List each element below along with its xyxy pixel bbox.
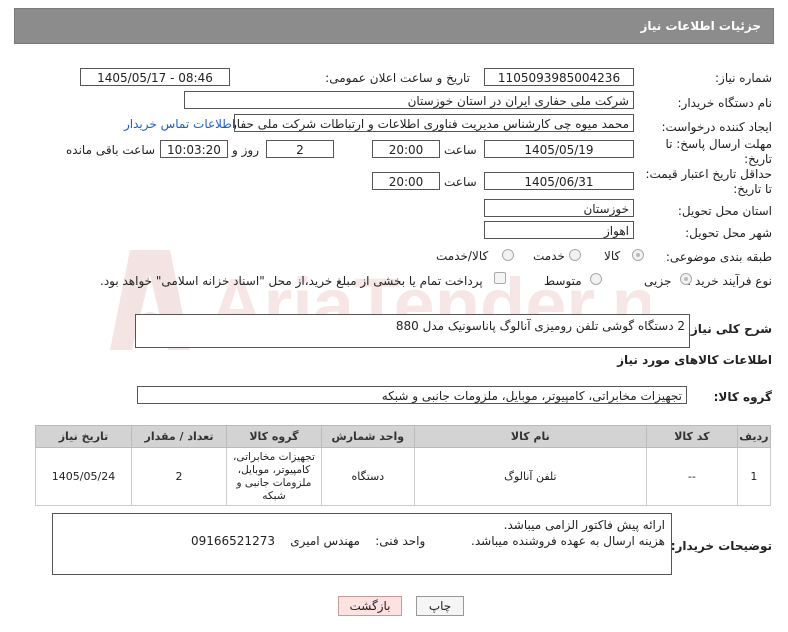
- description-textarea[interactable]: 2 دستگاه گوشی تلفن رومیزی آنالوگ پاناسون…: [135, 314, 690, 348]
- need-number-label: شماره نیاز:: [715, 71, 772, 85]
- province-field[interactable]: خوزستان: [484, 199, 634, 217]
- watermark-logo: AriaTender.net: [110, 250, 650, 350]
- remaining-time-field[interactable]: 10:03:20: [160, 140, 228, 158]
- treasury-payment-text: پرداخت تمام یا بخشی از مبلغ خرید،از محل …: [100, 274, 483, 288]
- buyer-notes-textarea[interactable]: ارائه پیش فاکتور الزامی میباشد. هزینه ار…: [52, 513, 672, 575]
- deadline-time-field[interactable]: 20:00: [372, 140, 440, 158]
- description-label: شرح کلی نیاز:: [686, 322, 772, 336]
- back-button[interactable]: بازگشت: [338, 596, 402, 616]
- buyer-notes-label: توضیحات خریدار:: [670, 539, 772, 553]
- announce-date-field[interactable]: 1405/05/17 - 08:46: [80, 68, 230, 86]
- cell-unit: دستگاه: [320, 447, 415, 506]
- city-field[interactable]: اهواز: [484, 221, 634, 239]
- col-header-group: گروه کالا: [225, 425, 322, 448]
- city-label: شهر محل تحویل:: [685, 226, 772, 240]
- category-option-goods: کالا: [604, 249, 621, 263]
- col-header-unit: واحد شمارش: [320, 425, 415, 448]
- requester-field[interactable]: محمد میوه چی کارشناس مدیریت فناوری اطلاع…: [234, 114, 634, 132]
- print-button[interactable]: چاپ: [416, 596, 464, 616]
- col-header-code: کد کالا: [645, 425, 738, 448]
- category-option-goods-service: کالا/خدمت: [436, 249, 489, 263]
- cell-date: 1405/05/24: [34, 447, 133, 506]
- cell-name: تلفن آنالوگ: [413, 447, 647, 506]
- col-header-name: نام کالا: [413, 425, 647, 448]
- remaining-label: ساعت باقی مانده: [66, 143, 156, 157]
- process-option-minor: جزیی: [644, 274, 672, 288]
- announce-label: تاریخ و ساعت اعلان عمومی:: [325, 71, 470, 85]
- items-table: ردیف کد کالا نام کالا واحد شمارش گروه کا…: [34, 425, 772, 506]
- process-radio-minor[interactable]: [680, 273, 692, 285]
- buyer-notes-line-2: هزینه ارسال به عهده فروشنده میباشد. واحد…: [190, 534, 665, 548]
- deadline-days-field[interactable]: 2: [266, 140, 334, 158]
- province-label: استان محل تحویل:: [677, 204, 772, 218]
- category-radio-service[interactable]: [569, 249, 581, 261]
- deadline-label-date: تاریخ:: [744, 152, 772, 166]
- page-header: جزئیات اطلاعات نیاز: [14, 8, 774, 44]
- buyer-notes-line-1: ارائه پیش فاکتور الزامی میباشد.: [503, 518, 665, 532]
- process-label: نوع فرآیند خرید :: [687, 274, 772, 288]
- process-option-medium: متوسط: [544, 274, 582, 288]
- goods-group-label: گروه کالا:: [713, 390, 772, 404]
- cell-group: تجهیزات مخابراتی، کامپیوتر، موبایل، ملزو…: [225, 447, 322, 506]
- col-header-date: تاریخ نیاز: [34, 425, 133, 448]
- page-title: جزئیات اطلاعات نیاز: [640, 19, 761, 33]
- buyer-contact-link[interactable]: اطلاعات تماس خریدار: [124, 117, 235, 131]
- buyer-org-label: نام دستگاه خریدار:: [677, 96, 773, 110]
- category-label: طبقه بندی موضوعی:: [665, 250, 772, 264]
- need-number-field[interactable]: 1105093985004236: [484, 68, 634, 86]
- days-and-label: روز و: [232, 143, 259, 157]
- validity-label-date: تا تاریخ:: [733, 182, 772, 196]
- deadline-label: مهلت ارسال پاسخ: تا: [665, 137, 772, 151]
- col-header-quantity: تعداد / مقدار: [131, 425, 227, 448]
- cell-quantity: 2: [131, 447, 227, 506]
- deadline-date-field[interactable]: 1405/05/19: [484, 140, 634, 158]
- treasury-payment-checkbox[interactable]: [494, 272, 506, 284]
- buyer-org-field[interactable]: شرکت ملی حفاری ایران در استان خوزستان: [184, 91, 634, 109]
- table-row: 1 -- تلفن آنالوگ دستگاه تجهیزات مخابراتی…: [34, 447, 772, 506]
- deadline-time-label: ساعت: [444, 143, 477, 157]
- goods-group-field[interactable]: تجهیزات مخابراتی، کامپیوتر، موبایل، ملزو…: [137, 386, 687, 404]
- col-header-row: ردیف: [736, 425, 772, 448]
- process-radio-medium[interactable]: [590, 273, 602, 285]
- validity-label: حداقل تاریخ اعتبار قیمت:: [645, 167, 772, 181]
- requester-label: ایجاد کننده درخواست:: [661, 120, 772, 134]
- validity-time-label: ساعت: [444, 175, 477, 189]
- category-radio-goods[interactable]: [632, 249, 644, 261]
- cell-code: --: [645, 447, 738, 506]
- validity-time-field[interactable]: 20:00: [372, 172, 440, 190]
- category-option-service: خدمت: [533, 249, 565, 263]
- category-radio-goods-service[interactable]: [502, 249, 514, 261]
- validity-date-field[interactable]: 1405/06/31: [484, 172, 634, 190]
- cell-row: 1: [736, 447, 772, 506]
- goods-info-title: اطلاعات کالاهای مورد نیاز: [617, 353, 772, 367]
